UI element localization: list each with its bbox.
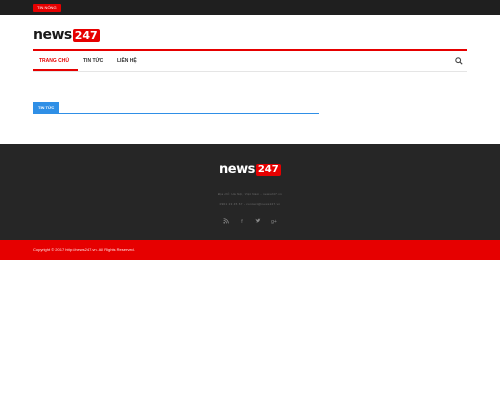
main-nav: TRANG CHỦ TIN TỨC LIÊN HỆ — [33, 52, 467, 71]
footer-logo-number: 247 — [255, 164, 281, 176]
nav-top-rule — [33, 49, 467, 51]
section-tag-news[interactable]: TIN TỨC — [33, 102, 60, 113]
nav-item-contact[interactable]: LIÊN HỆ — [117, 52, 137, 70]
footer-logo[interactable]: news 247 — [219, 163, 281, 176]
search-icon[interactable] — [455, 57, 463, 65]
site-logo[interactable]: news 247 — [33, 24, 100, 42]
rss-icon[interactable] — [222, 218, 230, 226]
nav-item-home[interactable]: TRANG CHỦ — [39, 52, 69, 70]
nav-bottom-border — [33, 71, 467, 72]
footer-address: Địa chỉ: Hà Nội, Việt Nam - news247.vn — [217, 192, 283, 196]
twitter-icon[interactable] — [254, 218, 262, 226]
facebook-icon[interactable]: f — [238, 218, 246, 226]
copyright-text: Copyright © 2017 http://news247.vn. All … — [33, 247, 135, 252]
breaking-news-badge[interactable]: TIN NÓNG — [33, 4, 61, 12]
footer-contact: 0901 23 45 67 - contact@news247.vn — [219, 202, 281, 206]
section-divider — [33, 113, 319, 114]
nav-item-news[interactable]: TIN TỨC — [83, 52, 103, 70]
logo-word: news — [33, 27, 72, 43]
top-bar: TIN NÓNG — [0, 0, 500, 15]
footer-logo-word: news — [219, 162, 255, 177]
google-plus-icon[interactable]: g+ — [270, 218, 278, 226]
copyright-bar: Copyright © 2017 http://news247.vn. All … — [0, 240, 500, 260]
logo-number: 247 — [72, 29, 100, 42]
